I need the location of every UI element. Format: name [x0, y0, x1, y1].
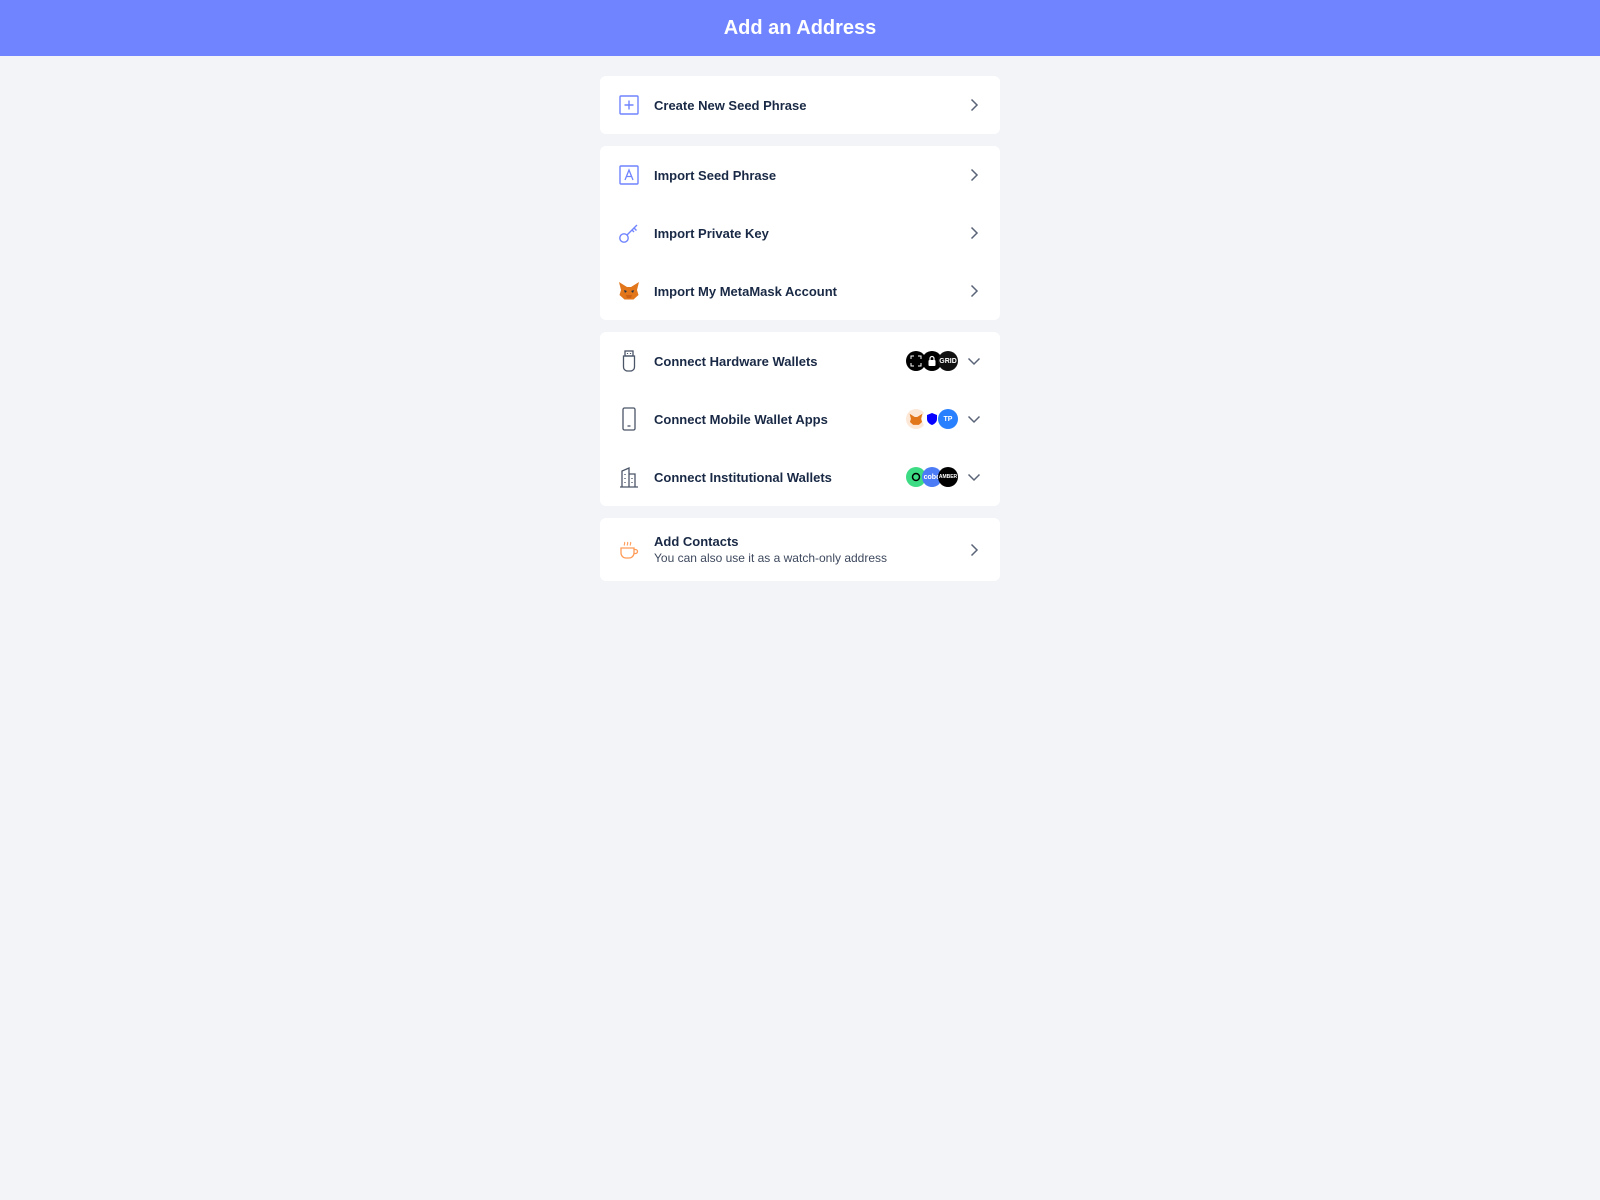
chevron-right-icon — [966, 167, 982, 183]
create-seed-phrase-item[interactable]: Create New Seed Phrase — [600, 76, 1000, 134]
coffee-cup-icon — [618, 539, 640, 561]
import-seed-phrase-item[interactable]: Import Seed Phrase — [600, 146, 1000, 204]
import-group: Import Seed Phrase Import Private Key Im… — [600, 146, 1000, 320]
letter-a-icon — [618, 164, 640, 186]
chevron-down-icon[interactable] — [966, 411, 982, 427]
institutional-wallet-logos: cobo AMBER — [906, 467, 958, 487]
connect-institutional-item[interactable]: Connect Institutional Wallets cobo AMBER — [600, 448, 1000, 506]
connect-hardware-item[interactable]: Connect Hardware Wallets GRID — [600, 332, 1000, 390]
chevron-down-icon[interactable] — [966, 469, 982, 485]
plus-square-icon — [618, 94, 640, 116]
connect-hardware-label: Connect Hardware Wallets — [654, 353, 818, 369]
connect-mobile-item[interactable]: Connect Mobile Wallet Apps TP — [600, 390, 1000, 448]
tokenpocket-logo: TP — [938, 409, 958, 429]
smartphone-icon — [618, 407, 640, 431]
chevron-right-icon — [966, 97, 982, 113]
amber-logo: AMBER — [938, 467, 958, 487]
gridplus-logo: GRID — [938, 351, 958, 371]
connect-institutional-label: Connect Institutional Wallets — [654, 469, 832, 485]
header-bar: Add an Address — [0, 0, 1600, 56]
options-list: Create New Seed Phrase Import Seed Phras… — [600, 76, 1000, 581]
chevron-right-icon — [966, 225, 982, 241]
buildings-icon — [618, 466, 640, 488]
chevron-right-icon — [966, 542, 982, 558]
chevron-right-icon — [966, 283, 982, 299]
create-seed-phrase-label: Create New Seed Phrase — [654, 97, 807, 113]
chevron-down-icon[interactable] — [966, 353, 982, 369]
import-private-key-label: Import Private Key — [654, 225, 769, 241]
contacts-group: Add Contacts You can also use it as a wa… — [600, 518, 1000, 581]
hardware-wallet-logos: GRID — [906, 351, 958, 371]
add-contacts-label: Add Contacts — [654, 534, 739, 549]
metamask-fox-icon — [618, 280, 640, 302]
usb-device-icon — [618, 350, 640, 372]
import-metamask-item[interactable]: Import My MetaMask Account — [600, 262, 1000, 320]
connect-group: Connect Hardware Wallets GRID Connect Mo… — [600, 332, 1000, 506]
import-metamask-label: Import My MetaMask Account — [654, 283, 837, 299]
mobile-wallet-logos: TP — [906, 409, 958, 429]
add-contacts-description: You can also use it as a watch-only addr… — [654, 551, 888, 565]
create-group: Create New Seed Phrase — [600, 76, 1000, 134]
import-seed-phrase-label: Import Seed Phrase — [654, 167, 777, 183]
key-icon — [618, 222, 640, 244]
add-contacts-item[interactable]: Add Contacts You can also use it as a wa… — [600, 518, 1000, 581]
import-private-key-item[interactable]: Import Private Key — [600, 204, 1000, 262]
connect-mobile-label: Connect Mobile Wallet Apps — [654, 411, 828, 427]
page-title: Add an Address — [723, 16, 877, 39]
